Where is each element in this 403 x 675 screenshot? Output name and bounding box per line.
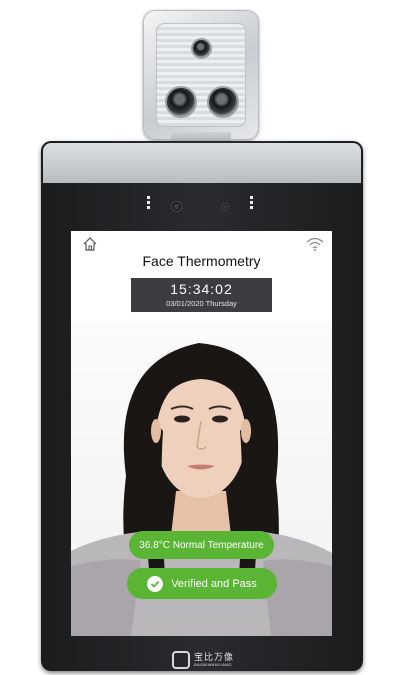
clock-date: 03/01/2020 Thursday [166, 299, 237, 308]
camera-lens-right [207, 86, 239, 118]
temperature-status-text: 36.8°C Normal Temperature [139, 539, 264, 551]
wifi-icon [306, 237, 324, 251]
home-icon[interactable] [82, 236, 98, 252]
face-shape [156, 374, 246, 498]
verification-status-badge: Verified and Pass [127, 568, 277, 599]
ir-light-right [250, 196, 253, 210]
thermal-sensor-module [143, 10, 259, 140]
temperature-status-badge: 36.8°C Normal Temperature [129, 531, 274, 559]
brand-name-en: BAOBIWANXIANG [194, 662, 232, 667]
clock-time: 15:34:02 [170, 281, 233, 297]
brand-name-cn: 宝比万像 [194, 652, 235, 662]
check-icon [147, 575, 164, 592]
front-camera [171, 201, 182, 212]
top-bezel-band [43, 143, 361, 183]
front-sensor [221, 203, 229, 211]
brand-logo-mark [172, 651, 190, 669]
brand-logo: 宝比万像 BAOBIWANXIANG [172, 651, 246, 669]
sensor-plate [156, 23, 246, 127]
display-screen: Face Thermometry 15:34:02 03/01/2020 Thu… [71, 231, 332, 636]
camera-lens-left [165, 86, 197, 118]
verification-status-text: Verified and Pass [171, 577, 257, 590]
clock-panel: 15:34:02 03/01/2020 Thursday [131, 278, 272, 312]
camera-lens-small [191, 38, 212, 59]
page-title: Face Thermometry [142, 253, 261, 269]
ir-light-left [147, 196, 150, 210]
